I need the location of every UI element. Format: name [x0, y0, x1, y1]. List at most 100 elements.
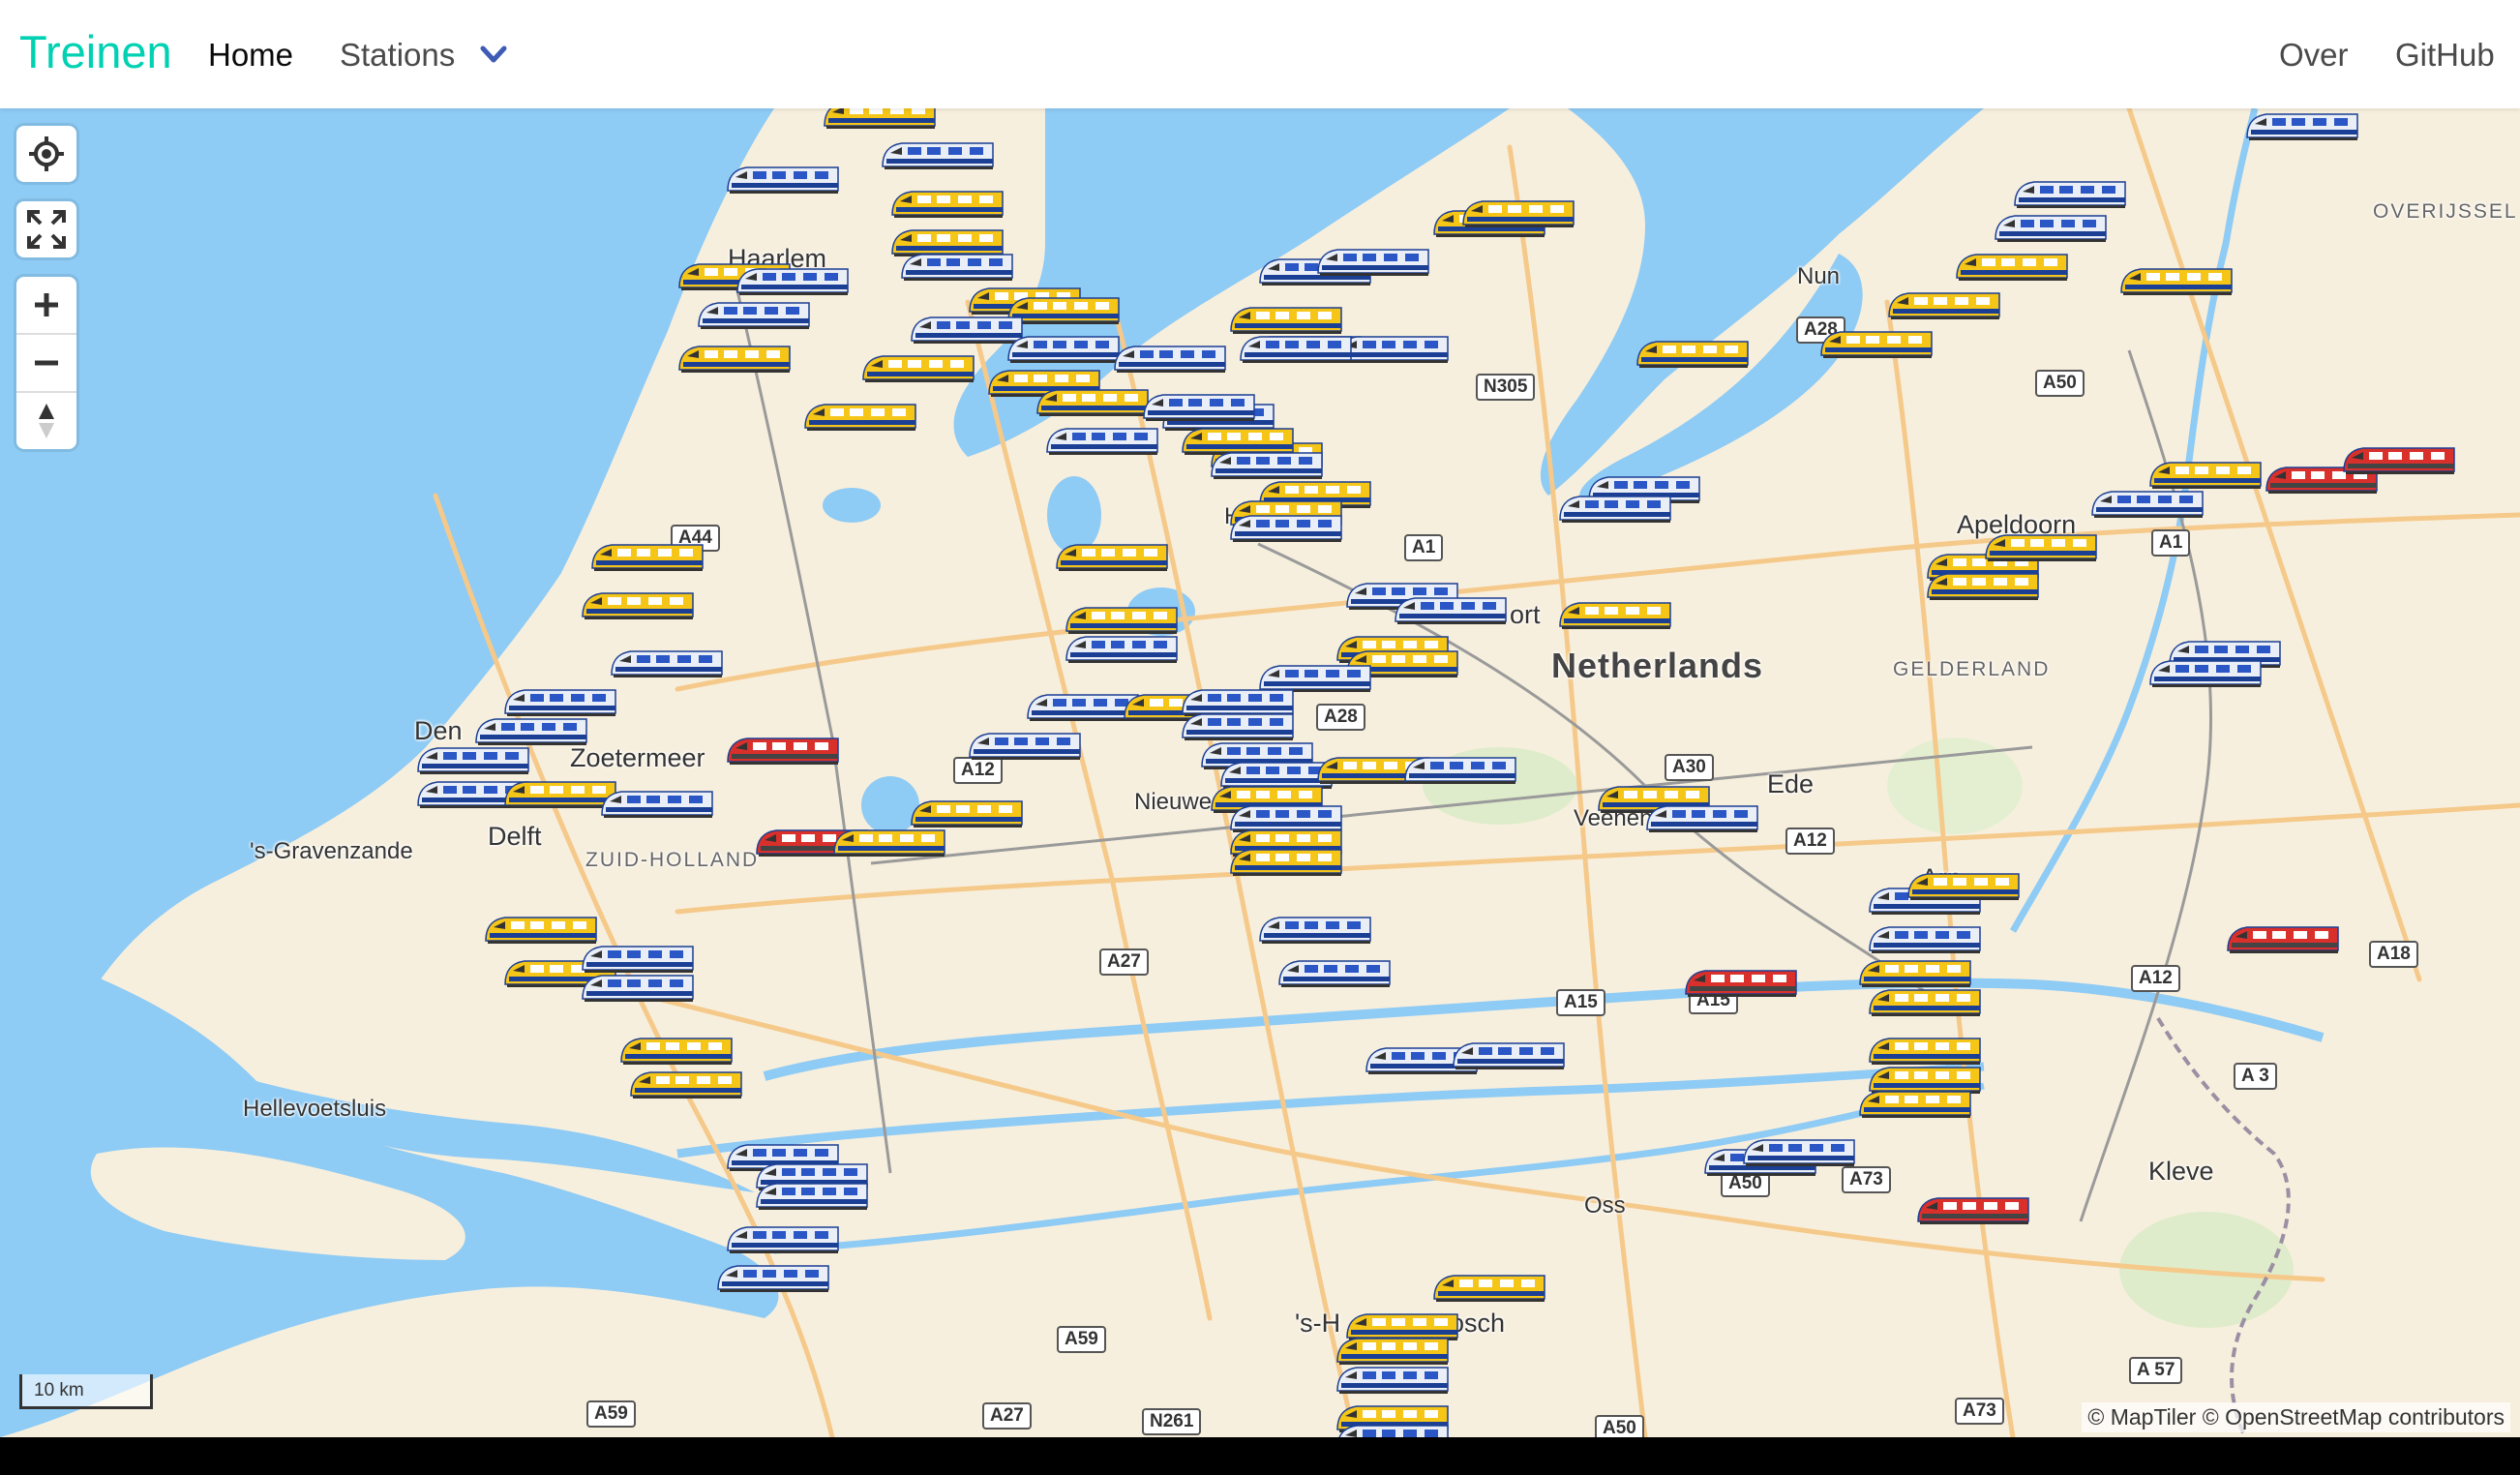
train-marker[interactable]: [1558, 597, 1672, 632]
train-marker[interactable]: [1316, 244, 1430, 279]
train-marker[interactable]: [735, 263, 850, 298]
train-marker[interactable]: [1819, 326, 1934, 361]
train-marker[interactable]: [1645, 800, 1759, 835]
train-marker[interactable]: [1113, 341, 1227, 376]
zoom-out-icon[interactable]: [16, 335, 76, 391]
train-marker[interactable]: [1006, 331, 1121, 366]
locate-icon[interactable]: [16, 126, 76, 182]
train-marker[interactable]: [697, 297, 811, 332]
train-marker[interactable]: [1684, 965, 1798, 1000]
train-marker[interactable]: [1045, 423, 1159, 458]
train-marker[interactable]: [726, 162, 840, 196]
map-attribution[interactable]: © MapTiler © OpenStreetMap contributors: [2082, 1402, 2510, 1432]
train-marker[interactable]: [1868, 984, 1982, 1019]
city-label: Kleve: [2148, 1157, 2214, 1186]
navbar: Treinen Home Stations Over GitHub: [0, 0, 2520, 108]
train-marker[interactable]: [755, 1178, 869, 1213]
train-marker[interactable]: [1239, 331, 1353, 366]
train-marker[interactable]: [1868, 921, 1982, 956]
city-label: ort: [1510, 600, 1541, 629]
train-marker[interactable]: [2245, 108, 2359, 143]
road-shield: A30: [1665, 754, 1714, 781]
train-marker[interactable]: [1335, 1420, 1450, 1437]
train-marker[interactable]: [823, 108, 937, 132]
train-marker[interactable]: [1887, 287, 2001, 322]
road-shield: A18: [2369, 941, 2418, 968]
fullscreen-icon[interactable]: [16, 201, 76, 257]
train-marker[interactable]: [968, 728, 1082, 763]
train-marker[interactable]: [629, 1067, 743, 1101]
train-marker[interactable]: [677, 341, 792, 376]
train-marker[interactable]: [610, 646, 724, 680]
train-marker[interactable]: [416, 742, 530, 777]
train-marker[interactable]: [2119, 263, 2234, 298]
nav-over[interactable]: Over: [2279, 37, 2349, 74]
train-marker[interactable]: [1635, 336, 1750, 371]
train-marker[interactable]: [1403, 752, 1517, 787]
province-label: ZUID-HOLLAND: [585, 849, 760, 871]
train-marker[interactable]: [1277, 955, 1392, 990]
train-marker[interactable]: [1055, 539, 1169, 574]
train-marker[interactable]: [2148, 655, 2263, 690]
train-marker[interactable]: [1994, 210, 2108, 245]
train-marker[interactable]: [861, 350, 975, 385]
train-marker[interactable]: [1955, 249, 2069, 284]
nav-github[interactable]: GitHub: [2395, 37, 2495, 74]
train-marker[interactable]: [581, 970, 695, 1005]
train-marker[interactable]: [881, 137, 995, 172]
train-marker[interactable]: [1394, 592, 1508, 627]
train-marker[interactable]: [600, 786, 714, 821]
train-marker[interactable]: [1065, 631, 1179, 666]
train-marker[interactable]: [2090, 486, 2205, 521]
train-marker[interactable]: [726, 1221, 840, 1256]
train-marker[interactable]: [2342, 442, 2456, 477]
city-label: Nun: [1797, 263, 1841, 289]
train-marker[interactable]: [2226, 921, 2340, 956]
train-marker[interactable]: [1258, 912, 1372, 947]
chevron-down-icon[interactable]: [478, 43, 509, 68]
train-marker[interactable]: [890, 186, 1005, 221]
train-marker[interactable]: [1461, 196, 1575, 230]
province-label: OVERIJSSEL: [2373, 200, 2518, 223]
train-marker[interactable]: [590, 539, 705, 574]
road-shield: N305: [1476, 374, 1536, 401]
road-shield: A12: [2131, 965, 2180, 992]
train-marker[interactable]: [1229, 844, 1343, 879]
train-marker[interactable]: [619, 1033, 734, 1068]
province-label: GELDERLAND: [1893, 658, 2051, 680]
navigation-control: [16, 277, 76, 449]
scale-bar: 10 km: [19, 1374, 153, 1409]
train-marker[interactable]: [581, 587, 695, 622]
train-marker[interactable]: [1432, 1270, 1546, 1305]
train-marker[interactable]: [1906, 868, 2021, 903]
train-marker[interactable]: [1229, 510, 1343, 545]
road-shield: A12: [1785, 828, 1835, 855]
train-marker[interactable]: [1926, 568, 2040, 603]
train-marker[interactable]: [1142, 389, 1256, 424]
train-marker[interactable]: [1916, 1192, 2030, 1227]
train-marker[interactable]: [1858, 1086, 1972, 1121]
train-marker[interactable]: [2013, 176, 2127, 211]
nav-home[interactable]: Home: [208, 37, 293, 74]
train-marker[interactable]: [910, 796, 1024, 830]
train-marker[interactable]: [1335, 1362, 1450, 1397]
train-marker[interactable]: [716, 1260, 830, 1295]
zoom-in-icon[interactable]: [16, 277, 76, 333]
compass-icon[interactable]: [16, 393, 76, 449]
map[interactable]: Netherlands ZUID-HOLLAND GELDERLAND OVER…: [0, 108, 2520, 1437]
train-marker[interactable]: [726, 733, 840, 768]
train-marker[interactable]: [900, 249, 1014, 284]
train-marker[interactable]: [803, 399, 917, 434]
brand-logo[interactable]: Treinen: [19, 25, 172, 78]
train-marker[interactable]: [1742, 1134, 1856, 1169]
train-marker[interactable]: [1984, 529, 2098, 564]
road-shield: A1: [1404, 534, 1444, 561]
train-marker[interactable]: [1035, 384, 1150, 419]
nav-stations[interactable]: Stations: [340, 37, 455, 74]
country-label: Netherlands: [1551, 646, 1764, 685]
city-label: 's-Gravenzande: [250, 838, 413, 864]
train-marker[interactable]: [1558, 491, 1672, 526]
road-shield: A 57: [2129, 1357, 2183, 1384]
road-shield: A28: [1316, 704, 1365, 731]
train-marker[interactable]: [1452, 1038, 1566, 1072]
